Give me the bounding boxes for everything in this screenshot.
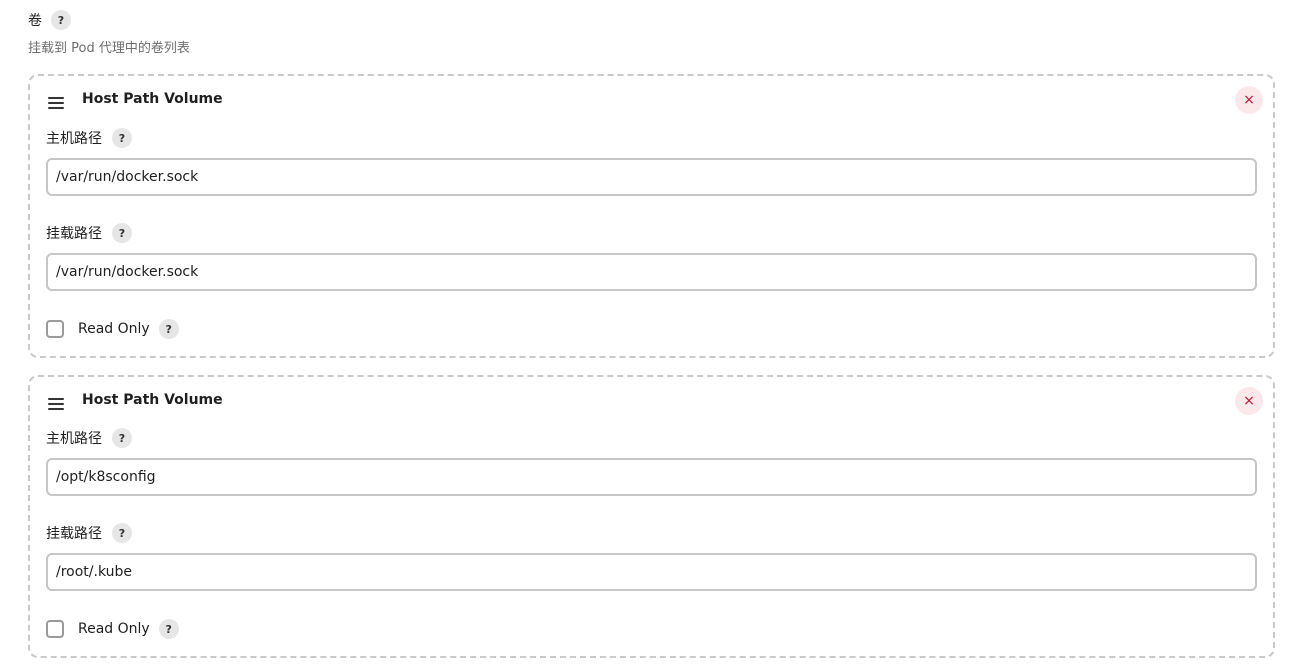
mount-path-input[interactable] [46,253,1257,291]
read-only-label[interactable]: Read Only [78,321,150,337]
volume-card-title: Host Path Volume [82,392,223,408]
drag-handle-icon[interactable] [48,398,64,410]
volume-card: Host Path Volume × 主机路径 ? 挂载路径 ? Read On… [28,74,1275,358]
help-icon[interactable]: ? [158,319,179,339]
help-icon[interactable]: ? [112,428,132,448]
read-only-row: Read Only ? [46,618,179,640]
read-only-row: Read Only ? [46,318,179,340]
host-path-input[interactable] [46,158,1257,196]
mount-path-label-text: 挂载路径 [46,226,102,242]
volumes-section-header: 卷 ? [28,10,71,30]
host-path-label: 主机路径 ? [46,428,132,448]
close-icon[interactable]: × [1235,86,1263,114]
host-path-input[interactable] [46,458,1257,496]
help-icon[interactable]: ? [51,10,71,30]
help-icon[interactable]: ? [112,523,132,543]
host-path-label-text: 主机路径 [46,431,102,447]
read-only-checkbox[interactable] [46,320,64,338]
mount-path-input[interactable] [46,553,1257,591]
drag-handle-icon[interactable] [48,97,64,109]
section-title: 卷 [28,13,42,29]
volume-card: Host Path Volume × 主机路径 ? 挂载路径 ? Read On… [28,375,1275,658]
help-icon[interactable]: ? [158,619,179,639]
volumes-page: 卷 ? 挂载到 Pod 代理中的卷列表 Host Path Volume × 主… [0,0,1289,671]
mount-path-label: 挂载路径 ? [46,223,132,243]
volume-card-title: Host Path Volume [82,91,223,107]
mount-path-label-text: 挂载路径 [46,526,102,542]
help-icon[interactable]: ? [112,223,132,243]
host-path-label-text: 主机路径 [46,131,102,147]
section-description: 挂载到 Pod 代理中的卷列表 [28,41,190,56]
read-only-checkbox[interactable] [46,620,64,638]
host-path-label: 主机路径 ? [46,128,132,148]
close-icon[interactable]: × [1235,387,1263,415]
help-icon[interactable]: ? [112,128,132,148]
mount-path-label: 挂载路径 ? [46,523,132,543]
read-only-label[interactable]: Read Only [78,621,150,637]
